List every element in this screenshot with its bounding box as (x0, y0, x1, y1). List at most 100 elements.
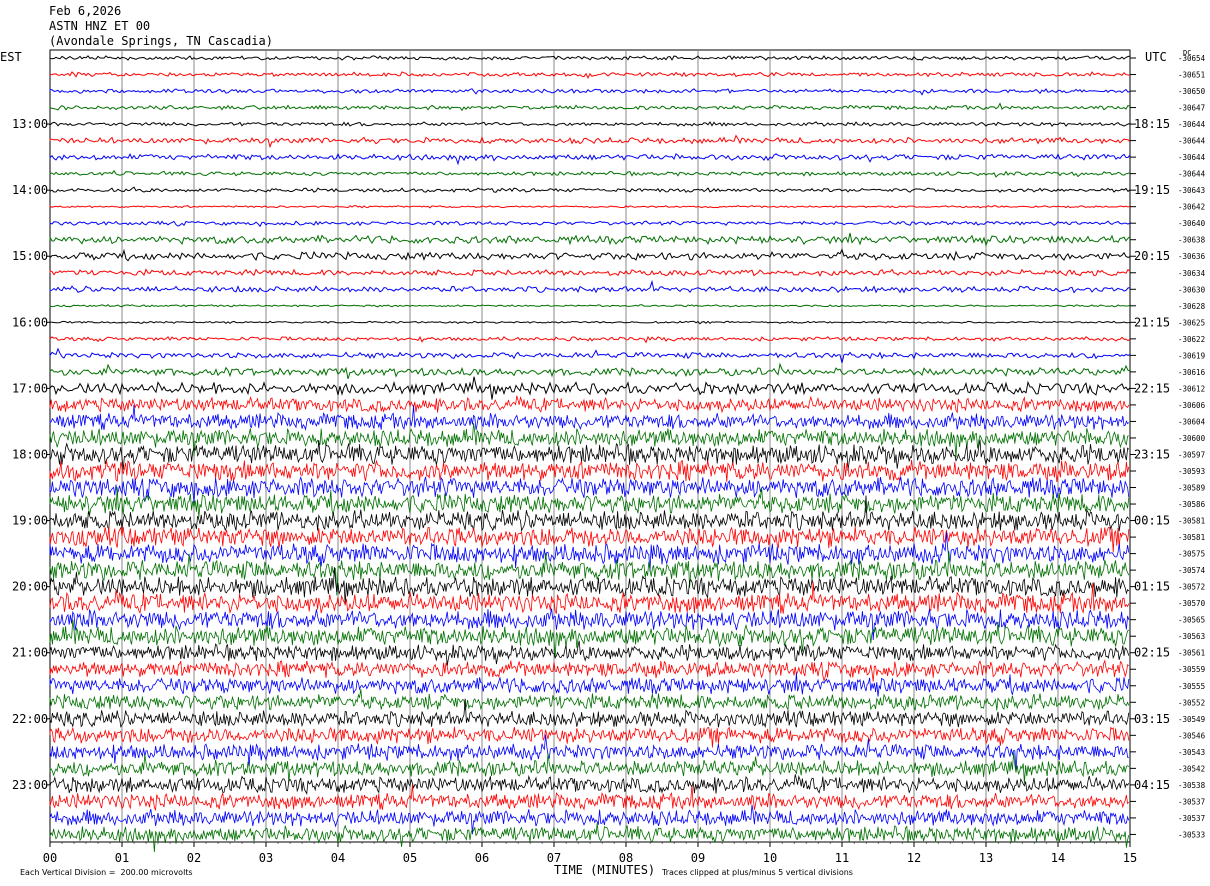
dc-offset-label: -30642 (1178, 203, 1205, 212)
dc-offset-label: -30565 (1178, 616, 1205, 625)
dc-offset-label: -30543 (1178, 748, 1205, 757)
utc-hour-label: 19:15 (1134, 183, 1170, 197)
dc-offset-label: -30542 (1178, 764, 1205, 773)
trace-row (49, 404, 1130, 431)
dc-offset-label: -30581 (1178, 517, 1205, 526)
est-hour-label: 23:00 (12, 778, 48, 792)
trace-row (49, 347, 1131, 364)
trace-row (49, 726, 1130, 748)
utc-hour-label: 03:15 (1134, 712, 1170, 726)
trace-row (49, 55, 1131, 61)
utc-hour-label: 02:15 (1134, 646, 1170, 660)
utc-hour-label: 22:15 (1134, 381, 1170, 395)
seismogram-plot: 00 01 02 03 04 05 06 07 08 09 10 11 12 13 14 15-30654-3… (12, 49, 1206, 865)
dc-offset-label: -30643 (1178, 186, 1205, 195)
dc-offset-label: -30636 (1178, 252, 1206, 261)
est-hour-label: 20:00 (12, 580, 48, 594)
est-hour-label: 15:00 (12, 249, 48, 263)
trace-row (49, 752, 1130, 784)
utc-hour-label: 01:15 (1134, 580, 1170, 594)
trace-row (49, 784, 1130, 812)
x-tick-label: 06 (475, 851, 489, 865)
trace-row (49, 220, 1131, 228)
trace-row (49, 698, 1130, 729)
dc-offset-label: -30628 (1178, 302, 1206, 311)
dc-offset-label: -30654 (1178, 54, 1206, 63)
scale-note: Each Vertical Division = 200.00 microvol… (20, 868, 193, 877)
dc-offset-label: -30570 (1178, 599, 1206, 608)
trace-row (49, 248, 1131, 262)
trace-row (49, 822, 1130, 853)
trace-row (49, 186, 1131, 193)
est-hour-label: 18:00 (12, 447, 48, 461)
est-hour-label: 21:00 (12, 646, 48, 660)
x-tick-label: 13 (979, 851, 993, 865)
est-hour-label: 16:00 (12, 315, 48, 329)
x-tick-label: 04 (331, 851, 345, 865)
trace-row (49, 362, 1131, 380)
trace-row (49, 640, 1130, 666)
est-hour-label: 14:00 (12, 183, 48, 197)
dc-offset-label: -30586 (1178, 500, 1206, 509)
utc-hour-label: 23:15 (1134, 447, 1170, 461)
x-tick-label: 03 (259, 851, 273, 865)
dc-offset-label: -30604 (1178, 417, 1206, 426)
est-hour-label: 22:00 (12, 712, 48, 726)
dc-offset-label: -30537 (1178, 814, 1205, 823)
trace-row (49, 102, 1131, 112)
trace-row (49, 475, 1130, 503)
dc-offset-label: -30650 (1178, 87, 1206, 96)
x-tick-label: 14 (1051, 851, 1065, 865)
dc-offset-label: -30612 (1178, 384, 1205, 393)
x-tick-label: 09 (691, 851, 705, 865)
dc-offset-label: -30622 (1178, 335, 1205, 344)
x-tick-label: 02 (187, 851, 201, 865)
dc-offset-label: -30533 (1178, 830, 1205, 839)
dc-offset-label: -30644 (1178, 153, 1206, 162)
plot-frame (49, 49, 1131, 843)
trace-row (49, 335, 1131, 344)
trace-row (49, 304, 1131, 308)
dc-offset-label: -30552 (1178, 698, 1205, 707)
x-axis-title: TIME (MINUTES) (554, 863, 656, 877)
x-tick-label: 05 (403, 851, 417, 865)
trace-row (49, 279, 1131, 294)
dc-offset-label: -30640 (1178, 219, 1206, 228)
trace-row (49, 526, 1130, 553)
trace-row (49, 551, 1130, 596)
dc-offset-label: -30647 (1178, 104, 1205, 113)
dc-offset-label: -30600 (1178, 434, 1206, 443)
utc-hour-label: 21:15 (1134, 315, 1170, 329)
clip-note: Traces clipped at plus/minus 5 vertical … (662, 868, 853, 877)
x-tick-label: 12 (907, 851, 921, 865)
dc-offset-label: -30644 (1178, 120, 1206, 129)
est-hour-label: 13:00 (12, 117, 48, 131)
est-hour-label: 19:00 (12, 514, 48, 528)
dc-offset-label: -30651 (1178, 71, 1205, 80)
dc-offset-label: -30563 (1178, 632, 1205, 641)
utc-hour-label: 18:15 (1134, 117, 1170, 131)
utc-hour-label: 00:15 (1134, 514, 1170, 528)
dc-offset-label: -30634 (1178, 269, 1206, 278)
dc-offset-label: -30597 (1178, 450, 1205, 459)
trace-row (49, 268, 1131, 277)
dc-offset-label: -30644 (1178, 137, 1206, 146)
trace-row (49, 395, 1130, 414)
dc-offset-label: -30537 (1178, 797, 1205, 806)
trace-row (49, 205, 1131, 209)
x-tick-label: 10 (763, 851, 777, 865)
trace-row (49, 152, 1131, 166)
dc-offset-label: -30575 (1178, 550, 1205, 559)
trace-row (49, 774, 1130, 795)
x-tick-label: 15 (1123, 851, 1137, 865)
dc-offset-label: -30574 (1178, 566, 1206, 575)
dc-offset-label: -30625 (1178, 318, 1205, 327)
trace-row (49, 88, 1131, 96)
trace-row (49, 659, 1130, 683)
dc-offset-label: -30616 (1178, 368, 1206, 377)
dc-offset-label: -30561 (1178, 649, 1205, 658)
trace-row (49, 689, 1130, 711)
dc-offset-label: -30644 (1178, 170, 1206, 179)
x-tick-label: 11 (835, 851, 849, 865)
dc-offset-label: -30630 (1178, 285, 1206, 294)
